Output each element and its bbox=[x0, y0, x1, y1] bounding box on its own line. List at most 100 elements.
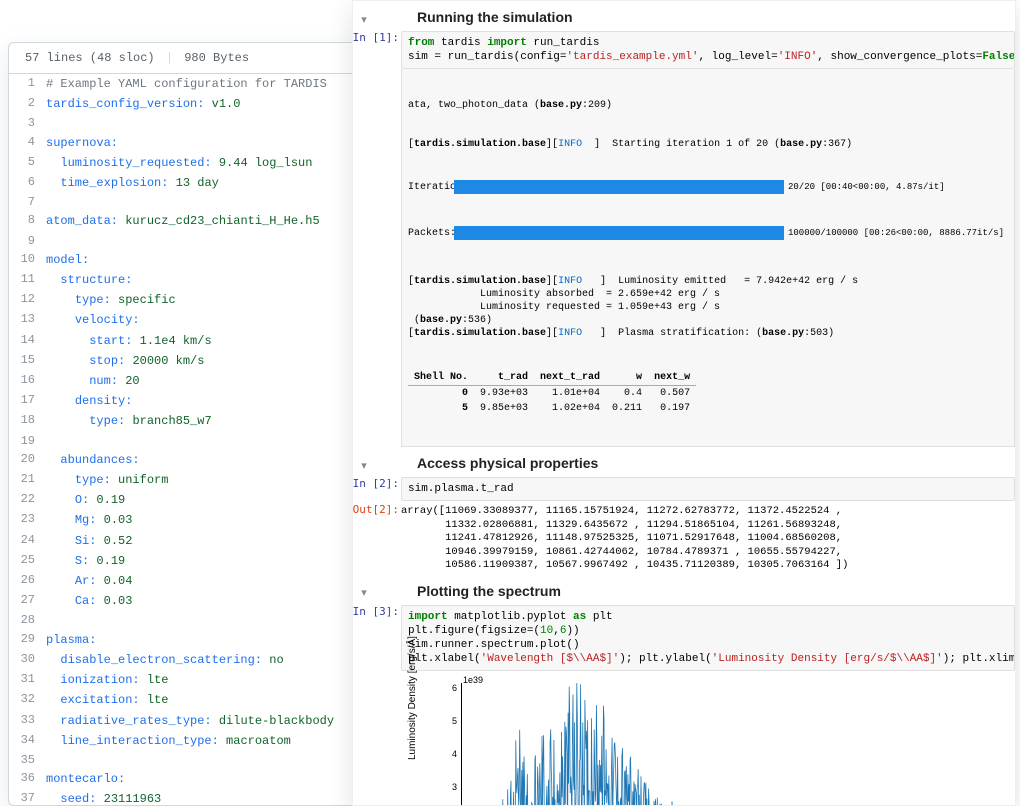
progress-packets: Packets: 100000/100000 [00:26<00:00, 888… bbox=[408, 226, 1008, 240]
line-number[interactable]: 32 bbox=[9, 690, 45, 710]
code-line[interactable]: excitation: lte bbox=[45, 690, 391, 710]
line-number[interactable]: 18 bbox=[9, 411, 45, 431]
line-number[interactable]: 30 bbox=[9, 650, 45, 670]
code-cell-1[interactable]: from tardis import run_tardis sim = run_… bbox=[401, 31, 1015, 69]
input-prompt-3: In [3]: bbox=[352, 605, 399, 618]
code-line[interactable]: radiative_rates_type: dilute-blackbody bbox=[45, 711, 391, 731]
line-number[interactable]: 29 bbox=[9, 630, 45, 650]
line-number[interactable]: 5 bbox=[9, 153, 45, 173]
file-meta-bar: 57 lines (48 sloc) | 980 Bytes bbox=[9, 43, 391, 74]
collapse-icon[interactable]: ▾ bbox=[353, 13, 375, 26]
line-number[interactable]: 21 bbox=[9, 470, 45, 490]
y-axis-ticks: 0123456 bbox=[431, 683, 457, 806]
code-line[interactable]: atom_data: kurucz_cd23_chianti_H_He.h5 bbox=[45, 211, 391, 231]
line-number[interactable]: 37 bbox=[9, 789, 45, 806]
code-line[interactable]: velocity: bbox=[45, 310, 391, 330]
line-number[interactable]: 25 bbox=[9, 551, 45, 571]
input-prompt-2: In [2]: bbox=[352, 477, 399, 490]
line-number[interactable]: 36 bbox=[9, 769, 45, 789]
line-number[interactable]: 8 bbox=[9, 211, 45, 231]
table-header: next_t_rad bbox=[534, 370, 606, 386]
line-number[interactable]: 1 bbox=[9, 74, 45, 94]
line-number[interactable]: 10 bbox=[9, 250, 45, 270]
line-number[interactable]: 3 bbox=[9, 114, 45, 132]
line-number[interactable]: 24 bbox=[9, 531, 45, 551]
line-number[interactable]: 14 bbox=[9, 331, 45, 351]
code-line[interactable]: S: 0.19 bbox=[45, 551, 391, 571]
progress-bar bbox=[454, 226, 784, 240]
code-line[interactable]: plasma: bbox=[45, 630, 391, 650]
code-line[interactable]: tardis_config_version: v1.0 bbox=[45, 94, 391, 114]
notebook-panel: ▾ Running the simulation In [1]: from ta… bbox=[352, 0, 1016, 806]
code-cell-3[interactable]: import matplotlib.pyplot as plt plt.figu… bbox=[401, 605, 1015, 671]
progress-iterations: Iterations: 20/20 [00:40<00:00, 4.87s/it… bbox=[408, 180, 1008, 194]
code-line[interactable]: supernova: bbox=[45, 133, 391, 153]
code-line[interactable]: type: branch85_w7 bbox=[45, 411, 391, 431]
code-line[interactable]: ionization: lte bbox=[45, 670, 391, 690]
code-line[interactable] bbox=[45, 114, 391, 132]
output-cell-1: ata, two_photon_data (base.py:209) [tard… bbox=[401, 69, 1015, 447]
file-lines-count: 57 lines (48 sloc) bbox=[25, 51, 155, 65]
code-line[interactable]: type: uniform bbox=[45, 470, 391, 490]
code-line[interactable]: montecarlo: bbox=[45, 769, 391, 789]
line-number[interactable]: 9 bbox=[9, 232, 45, 250]
code-line[interactable]: disable_electron_scattering: no bbox=[45, 650, 391, 670]
code-cell-2[interactable]: sim.plasma.t_rad bbox=[401, 477, 1015, 501]
code-line[interactable]: density: bbox=[45, 391, 391, 411]
code-line[interactable]: time_explosion: 13 day bbox=[45, 173, 391, 193]
code-line[interactable]: luminosity_requested: 9.44 log_lsun bbox=[45, 153, 391, 173]
table-row: 59.85e+031.02e+040.2110.197 bbox=[408, 401, 696, 416]
line-number[interactable]: 22 bbox=[9, 490, 45, 510]
code-line[interactable]: model: bbox=[45, 250, 391, 270]
code-line[interactable]: line_interaction_type: macroatom bbox=[45, 731, 391, 751]
line-number[interactable]: 7 bbox=[9, 193, 45, 211]
table-header: w bbox=[606, 370, 648, 386]
line-number[interactable]: 27 bbox=[9, 591, 45, 611]
code-line[interactable]: Ca: 0.03 bbox=[45, 591, 391, 611]
code-line[interactable] bbox=[45, 193, 391, 211]
line-number[interactable]: 17 bbox=[9, 391, 45, 411]
code-line[interactable] bbox=[45, 751, 391, 769]
line-number[interactable]: 11 bbox=[9, 270, 45, 290]
code-line[interactable]: stop: 20000 km/s bbox=[45, 351, 391, 371]
collapse-icon[interactable]: ▾ bbox=[353, 459, 375, 472]
code-line[interactable]: structure: bbox=[45, 270, 391, 290]
code-line[interactable]: O: 0.19 bbox=[45, 490, 391, 510]
code-line[interactable]: Ar: 0.04 bbox=[45, 571, 391, 591]
output-truncated-line: ata, two_photon_data (base.py:209) bbox=[408, 99, 1008, 112]
line-number[interactable]: 13 bbox=[9, 310, 45, 330]
line-number[interactable]: 2 bbox=[9, 94, 45, 114]
line-number[interactable]: 6 bbox=[9, 173, 45, 193]
code-line[interactable]: num: 20 bbox=[45, 371, 391, 391]
line-number[interactable]: 33 bbox=[9, 711, 45, 731]
output-cell-2: array([11069.33089377, 11165.15751924, 1… bbox=[401, 503, 1015, 575]
line-number[interactable]: 35 bbox=[9, 751, 45, 769]
collapse-icon[interactable]: ▾ bbox=[353, 586, 375, 599]
luminosity-log: [tardis.simulation.base][INFO ] Luminosi… bbox=[408, 275, 1008, 340]
code-line[interactable] bbox=[45, 611, 391, 629]
line-number[interactable]: 20 bbox=[9, 450, 45, 470]
line-number[interactable]: 16 bbox=[9, 371, 45, 391]
line-number[interactable]: 34 bbox=[9, 731, 45, 751]
code-line[interactable]: seed: 23111963 bbox=[45, 789, 391, 806]
code-line[interactable] bbox=[45, 432, 391, 450]
line-number[interactable]: 12 bbox=[9, 290, 45, 310]
code-line[interactable]: abundances: bbox=[45, 450, 391, 470]
progress-label: Iterations: bbox=[408, 181, 454, 194]
line-number[interactable]: 23 bbox=[9, 510, 45, 530]
line-number[interactable]: 26 bbox=[9, 571, 45, 591]
line-number[interactable]: 28 bbox=[9, 611, 45, 629]
input-prompt-1: In [1]: bbox=[352, 31, 399, 44]
code-table: 1# Example YAML configuration for TARDIS… bbox=[9, 74, 391, 806]
line-number[interactable]: 19 bbox=[9, 432, 45, 450]
line-number[interactable]: 15 bbox=[9, 351, 45, 371]
section-heading-access: Access physical properties bbox=[417, 455, 598, 471]
line-number[interactable]: 31 bbox=[9, 670, 45, 690]
code-line[interactable]: type: specific bbox=[45, 290, 391, 310]
code-line[interactable]: # Example YAML configuration for TARDIS bbox=[45, 74, 391, 94]
code-line[interactable]: Si: 0.52 bbox=[45, 531, 391, 551]
code-line[interactable]: Mg: 0.03 bbox=[45, 510, 391, 530]
line-number[interactable]: 4 bbox=[9, 133, 45, 153]
code-line[interactable]: start: 1.1e4 km/s bbox=[45, 331, 391, 351]
code-line[interactable] bbox=[45, 232, 391, 250]
